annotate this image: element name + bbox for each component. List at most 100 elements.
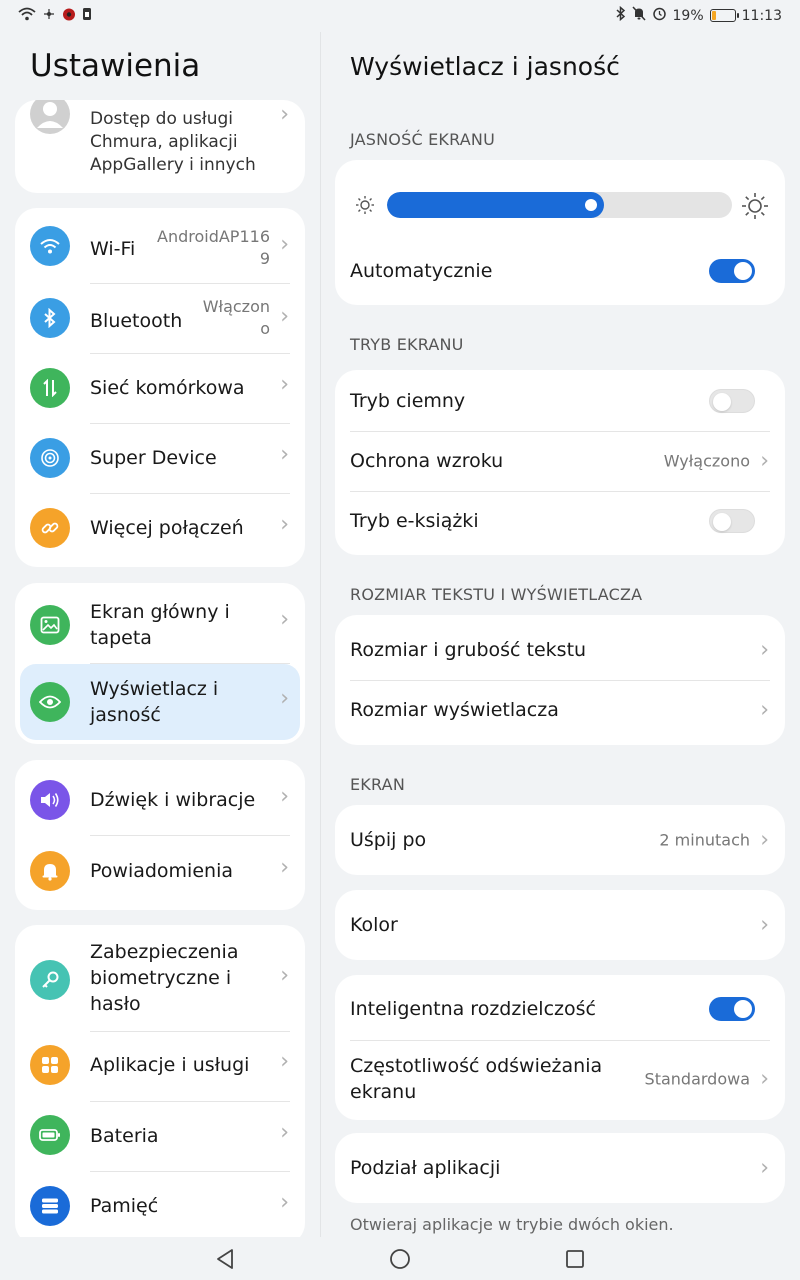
eye-comfort-label: Ochrona wzroku <box>350 450 504 472</box>
sidebar-item-storage[interactable]: Pamięć › <box>15 1172 305 1237</box>
battery-icon <box>709 9 739 22</box>
sidebar-item-super-device[interactable]: Super Device › <box>15 424 305 493</box>
color-label: Kolor <box>350 914 398 936</box>
sidebar-item-label: Pamięć <box>90 1195 159 1217</box>
sidebar-item-label-line-1: Ekran główny i <box>90 601 230 623</box>
account-line-1: Dostęp do usługi <box>90 109 234 129</box>
auto-brightness-row[interactable]: Automatycznie <box>335 241 785 301</box>
refresh-rate-value: Standardowa <box>644 1069 750 1089</box>
section-header-mode: TRYB EKRANU <box>350 335 464 354</box>
chevron-right-icon: › <box>280 372 289 397</box>
sound-card: Dźwięk i wibracje › Powiadomienia › <box>15 760 305 910</box>
sun-small-icon <box>355 195 375 219</box>
eye-comfort-value: Wyłączono <box>663 451 750 471</box>
ebook-mode-row[interactable]: Tryb e-książki <box>335 491 785 551</box>
section-header-text-size: ROZMIAR TEKSTU I WYŚWIETLACZA <box>350 585 643 604</box>
sleep-value: 2 minutach <box>659 830 750 850</box>
color-card: Kolor › <box>335 890 785 960</box>
chevron-right-icon: › <box>760 912 769 938</box>
refresh-rate-row[interactable]: Częstotliwość odświeżania ekranu Standar… <box>335 1041 785 1117</box>
sidebar-item-label-line-2: tapeta <box>90 627 152 649</box>
chevron-right-icon: › <box>280 1120 289 1145</box>
chevron-right-icon: › <box>280 607 289 632</box>
sidebar-item-security[interactable]: Zabezpieczenia biometryczne i hasło › <box>15 925 305 1031</box>
bluetooth-icon <box>30 298 70 338</box>
screen-mode-card: Tryb ciemny Ochrona wzroku Wyłączono › T… <box>335 370 785 555</box>
link-icon <box>30 508 70 548</box>
super-device-icon <box>30 438 70 478</box>
sleep-row[interactable]: Uśpij po 2 minutach › <box>335 810 785 870</box>
sidebar-item-sound[interactable]: Dźwięk i wibracje › <box>15 760 305 835</box>
bluetooth-status-icon <box>616 5 626 25</box>
sidebar-item-label: Bateria <box>90 1125 159 1147</box>
smart-resolution-toggle[interactable] <box>709 997 755 1021</box>
battery-percent: 19% <box>672 7 704 24</box>
sidebar-item-label-line-2: jasność <box>90 704 161 726</box>
text-size-row[interactable]: Rozmiar i grubość tekstu › <box>335 620 785 680</box>
wallpaper-icon <box>30 605 70 645</box>
refresh-rate-label-line-1: Częstotliwość odświeżania <box>350 1055 603 1077</box>
sidebar-item-label-line-3: hasło <box>90 993 141 1015</box>
brightness-slider-handle[interactable] <box>585 199 597 211</box>
chevron-right-icon: › <box>760 1155 769 1181</box>
sidebar-item-battery[interactable]: Bateria › <box>15 1102 305 1171</box>
storage-icon <box>30 1186 70 1226</box>
auto-brightness-toggle[interactable] <box>709 259 755 283</box>
sidebar-item-wifi[interactable]: Wi-Fi AndroidAP116 9 › <box>15 208 305 283</box>
brightness-slider[interactable] <box>387 192 732 218</box>
mobile-network-icon <box>30 368 70 408</box>
chevron-right-icon: › <box>280 855 289 880</box>
chevron-right-icon: › <box>280 232 289 257</box>
sidebar-item-home-screen[interactable]: Ekran główny i tapeta › <box>15 583 305 663</box>
dark-mode-toggle[interactable] <box>709 389 755 413</box>
hotspot-icon <box>42 7 56 25</box>
color-row[interactable]: Kolor › <box>335 895 785 955</box>
settings-sidebar: Ustawienia Dostęp do usługi Chmura, apli… <box>0 32 320 1237</box>
app-notification-icon <box>62 7 76 25</box>
recents-icon[interactable] <box>563 1247 587 1271</box>
mute-bell-icon <box>631 6 646 25</box>
display-size-row[interactable]: Rozmiar wyświetlacza › <box>335 680 785 740</box>
key-icon <box>30 960 70 1000</box>
sidebar-item-label: Wi-Fi <box>90 238 136 260</box>
home-icon[interactable] <box>388 1247 412 1271</box>
account-card[interactable]: Dostęp do usługi Chmura, aplikacji AppGa… <box>15 100 305 193</box>
bluetooth-status-value: Włączon o <box>203 296 270 340</box>
chevron-right-icon: › <box>280 784 289 809</box>
eye-comfort-row[interactable]: Ochrona wzroku Wyłączono › <box>335 431 785 491</box>
sidebar-item-bluetooth[interactable]: Bluetooth Włączon o › <box>15 284 305 353</box>
app-split-description: Otwieraj aplikacje w trybie dwóch okien. <box>350 1215 674 1234</box>
chevron-right-icon: › <box>280 512 289 537</box>
status-bar: 19% 11:13 <box>0 0 800 32</box>
eye-icon <box>30 682 70 722</box>
chevron-right-icon: › <box>280 442 289 467</box>
chevron-right-icon: › <box>280 1049 289 1074</box>
sidebar-item-label: Aplikacje i usługi <box>90 1054 250 1076</box>
chevron-right-icon: › <box>760 637 769 663</box>
wifi-signal-icon <box>18 7 36 25</box>
sidebar-item-notifications[interactable]: Powiadomienia › <box>15 836 305 910</box>
sidebar-item-display[interactable]: Wyświetlacz i jasność › <box>20 664 300 740</box>
sidebar-item-label-line-2: biometryczne i <box>90 967 232 989</box>
sidebar-item-mobile-network[interactable]: Sieć komórkowa › <box>15 354 305 423</box>
sidebar-item-label-line-1: Wyświetlacz i <box>90 678 219 700</box>
app-split-label: Podział aplikacji <box>350 1157 501 1179</box>
dark-mode-row[interactable]: Tryb ciemny <box>335 371 785 431</box>
chevron-right-icon: › <box>280 1190 289 1215</box>
speaker-icon <box>30 780 70 820</box>
ebook-mode-toggle[interactable] <box>709 509 755 533</box>
detail-title: Wyświetlacz i jasność <box>350 52 620 81</box>
chevron-right-icon: › <box>280 686 289 711</box>
wifi-network-line-2: 9 <box>259 249 270 268</box>
smart-resolution-row[interactable]: Inteligentna rozdzielczość <box>335 979 785 1039</box>
sidebar-item-more-connections[interactable]: Więcej połączeń › <box>15 494 305 567</box>
sidebar-item-apps[interactable]: Aplikacje i usługi › <box>15 1032 305 1101</box>
navigation-bar <box>0 1237 800 1280</box>
app-split-row[interactable]: Podział aplikacji › <box>335 1138 785 1198</box>
back-icon[interactable] <box>213 1247 237 1271</box>
sidebar-item-label: Super Device <box>90 447 217 469</box>
connections-card: Wi-Fi AndroidAP116 9 › Bluetooth Włączon… <box>15 208 305 567</box>
sidebar-item-label: Zabezpieczenia biometryczne i hasło <box>90 939 238 1017</box>
brightness-card: Automatycznie <box>335 160 785 305</box>
sidebar-item-label: Sieć komórkowa <box>90 377 245 399</box>
